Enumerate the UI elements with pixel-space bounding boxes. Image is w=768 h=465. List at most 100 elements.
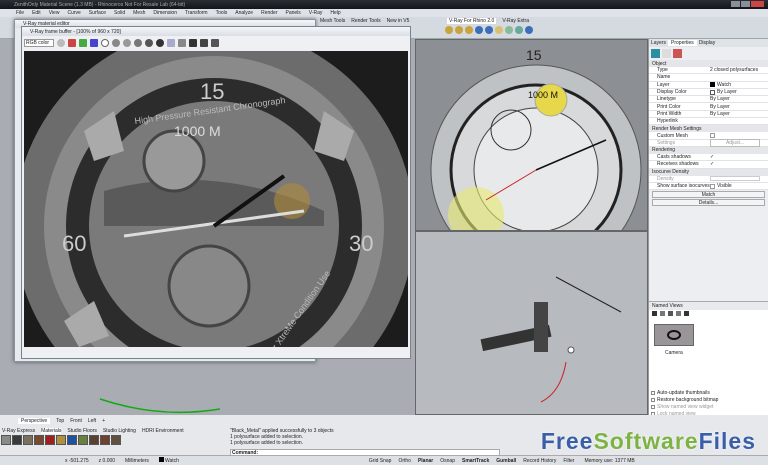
save-image-icon[interactable]	[57, 38, 65, 47]
material-editor-icon[interactable]	[465, 26, 473, 34]
material-swatch[interactable]	[1, 435, 11, 445]
help-icon[interactable]	[525, 26, 533, 34]
menu-solid[interactable]: Solid	[114, 10, 125, 16]
material-swatch[interactable]	[100, 435, 110, 445]
toggle-grid-snap[interactable]: Grid Snap	[369, 458, 392, 464]
delete-view-icon[interactable]	[668, 311, 673, 316]
tab-vray-for-rhino[interactable]: V-Ray For Rhino 2.0	[447, 18, 497, 24]
render-region-icon[interactable]	[455, 26, 463, 34]
match-button[interactable]: Match	[652, 191, 765, 199]
menu-edit[interactable]: Edit	[32, 10, 41, 16]
adjust-button[interactable]: Adjust...	[710, 138, 760, 147]
add-viewport-tab[interactable]: +	[102, 418, 105, 424]
menu-v-ray[interactable]: V-Ray	[309, 10, 323, 16]
material-swatch[interactable]	[45, 435, 55, 445]
zoom-icon[interactable]	[211, 38, 219, 47]
lens-effects-icon[interactable]	[200, 38, 208, 47]
load-icon[interactable]	[123, 38, 131, 47]
named-views-tab[interactable]: Named Views	[649, 302, 768, 310]
tab-left[interactable]: Left	[88, 418, 96, 424]
tab-perspective[interactable]: Perspective	[18, 418, 51, 424]
alpha-icon[interactable]	[101, 38, 109, 47]
material-tab[interactable]: HDRI Environment	[142, 428, 184, 434]
clear-icon[interactable]	[134, 38, 142, 47]
density-select[interactable]	[710, 176, 760, 182]
material-swatch[interactable]	[67, 435, 77, 445]
red-channel-icon[interactable]	[68, 38, 76, 47]
viewport-top[interactable]	[415, 231, 648, 415]
menu-file[interactable]: File	[16, 10, 24, 16]
minimize-button[interactable]	[731, 1, 740, 7]
options-icon[interactable]	[475, 26, 483, 34]
receives-shadows-checkbox[interactable]: ✓	[710, 161, 714, 167]
toggle-gumball[interactable]: Gumball	[496, 458, 516, 464]
material-tab[interactable]: Materials	[41, 428, 62, 434]
casts-shadows-checkbox[interactable]: ✓	[710, 154, 714, 160]
green-channel-icon[interactable]	[79, 38, 87, 47]
tab-display[interactable]: Display	[699, 40, 715, 46]
object-properties-icon[interactable]	[651, 49, 660, 58]
menu-view[interactable]: View	[49, 10, 60, 16]
tab-layers[interactable]: Layers	[651, 40, 666, 46]
tab-vray-extra[interactable]: V-Ray Extra	[502, 18, 529, 24]
save-view-icon[interactable]	[652, 311, 657, 316]
toggle-smarttrack[interactable]: SmartTrack	[462, 458, 489, 464]
proxy-icon[interactable]	[515, 26, 523, 34]
custom-mesh-checkbox[interactable]	[710, 133, 715, 139]
material-swatch[interactable]	[56, 435, 66, 445]
tab-mesh-tools[interactable]: Mesh Tools	[320, 18, 345, 24]
property-value[interactable]: Watch	[717, 82, 731, 88]
toggle-filter[interactable]: Filter	[563, 458, 574, 464]
restore-view-icon[interactable]	[676, 311, 681, 316]
option-checkbox[interactable]	[651, 390, 655, 395]
material-tab[interactable]: V-Ray Express	[2, 428, 35, 434]
property-value[interactable]: By Layer	[710, 96, 730, 102]
stop-icon[interactable]	[156, 38, 164, 47]
material-icon[interactable]	[662, 49, 671, 58]
material-tab[interactable]: Studio Floors	[67, 428, 96, 434]
option-checkbox[interactable]	[651, 404, 655, 409]
maximize-button[interactable]	[741, 1, 750, 7]
tab-new-in-v5[interactable]: New in V5	[387, 18, 410, 24]
blue-channel-icon[interactable]	[90, 38, 98, 47]
frame-buffer-titlebar[interactable]: V-Ray frame buffer - [100% of 960 x 720]	[22, 27, 410, 36]
current-layer[interactable]: Watch	[165, 458, 179, 464]
property-value[interactable]: By Layer	[717, 89, 737, 95]
menu-tools[interactable]: Tools	[216, 10, 228, 16]
menu-render[interactable]: Render	[261, 10, 277, 16]
properties-view-icon[interactable]	[684, 311, 689, 316]
edit-view-icon[interactable]	[660, 311, 665, 316]
frame-buffer-icon[interactable]	[485, 26, 493, 34]
region-render-icon[interactable]	[167, 38, 175, 47]
viewport-perspective[interactable]: 15 1000 M	[415, 39, 648, 231]
menu-dimension[interactable]: Dimension	[153, 10, 177, 16]
render-last-icon[interactable]	[145, 38, 153, 47]
menu-surface[interactable]: Surface	[89, 10, 106, 16]
menu-transform[interactable]: Transform	[185, 10, 208, 16]
menu-help[interactable]: Help	[330, 10, 340, 16]
menu-mesh[interactable]: Mesh	[133, 10, 145, 16]
tab-top[interactable]: Top	[56, 418, 64, 424]
option-checkbox[interactable]	[651, 397, 655, 402]
property-value[interactable]: By Layer	[710, 104, 730, 110]
menu-curve[interactable]: Curve	[67, 10, 80, 16]
tab-properties[interactable]: Properties	[668, 40, 697, 46]
property-value[interactable]: By Layer	[710, 111, 730, 117]
vray-icon[interactable]	[673, 49, 682, 58]
track-mouse-icon[interactable]	[178, 38, 186, 47]
tab-front[interactable]: Front	[70, 418, 82, 424]
toggle-ortho[interactable]: Ortho	[398, 458, 411, 464]
material-swatch[interactable]	[78, 435, 88, 445]
tab-render-tools[interactable]: Render Tools	[351, 18, 380, 24]
material-swatch[interactable]	[111, 435, 121, 445]
history-icon[interactable]	[189, 38, 197, 47]
menu-panels[interactable]: Panels	[286, 10, 301, 16]
material-swatch[interactable]	[12, 435, 22, 445]
render-icon[interactable]	[445, 26, 453, 34]
details-button[interactable]: Details...	[652, 199, 765, 207]
mono-icon[interactable]	[112, 38, 120, 47]
material-tab[interactable]: Studio Lighting	[103, 428, 136, 434]
menu-analyze[interactable]: Analyze	[235, 10, 253, 16]
material-swatch[interactable]	[89, 435, 99, 445]
sun-icon[interactable]	[505, 26, 513, 34]
